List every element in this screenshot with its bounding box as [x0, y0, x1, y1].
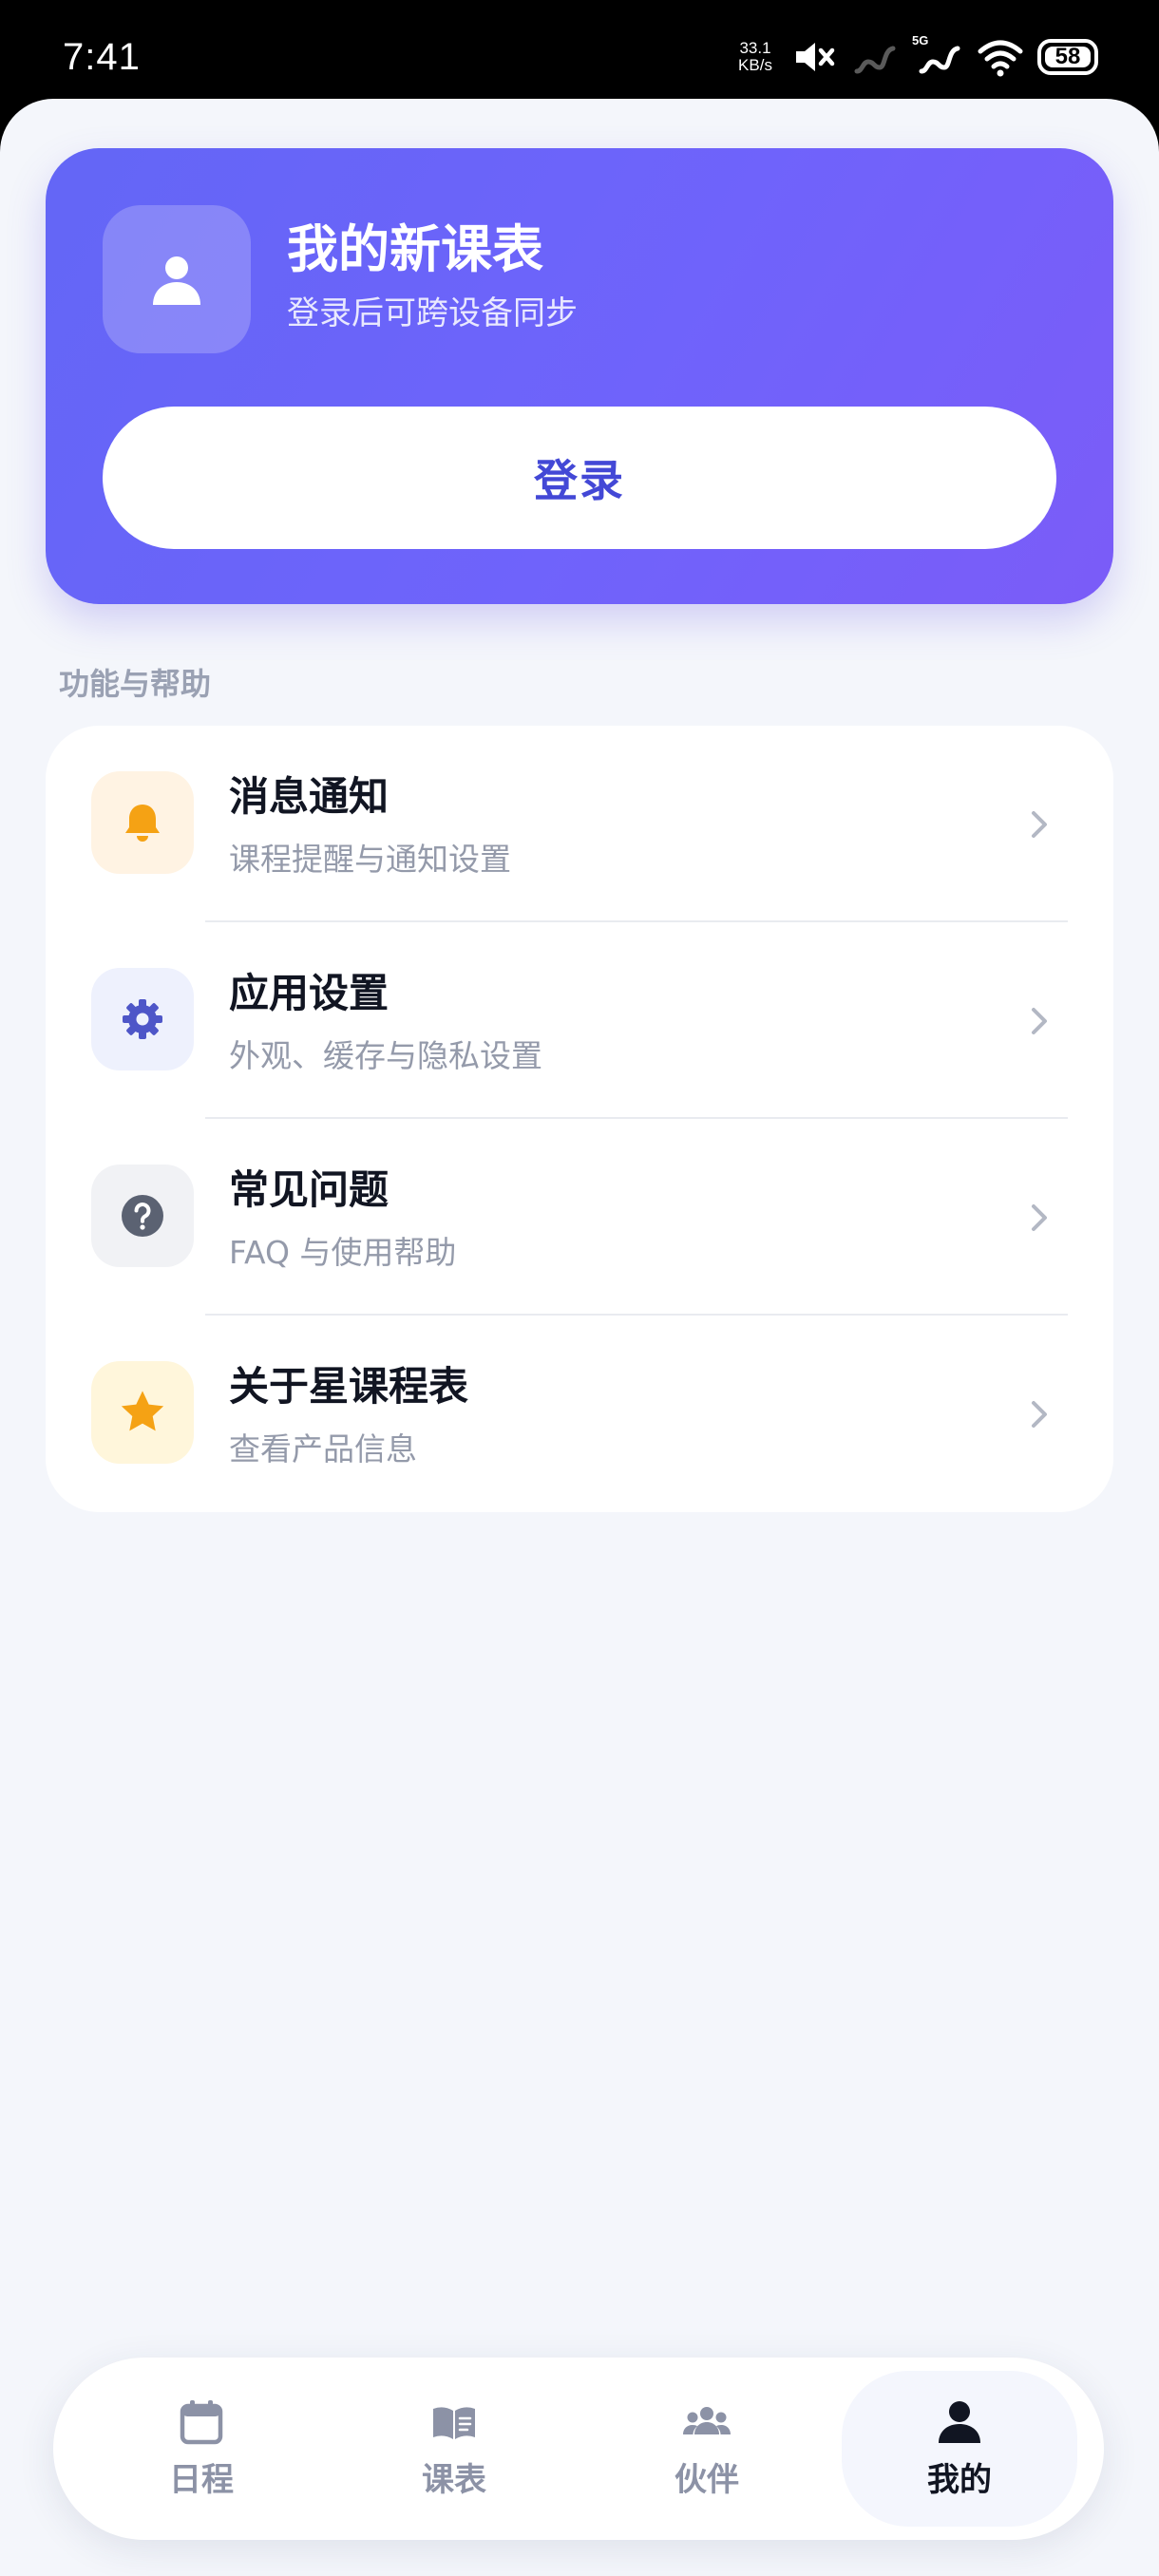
profile-card: 我的新课表 登录后可跨设备同步 登录	[46, 148, 1113, 604]
profile-title: 我的新课表	[287, 219, 543, 279]
status-time: 7:41	[63, 36, 141, 78]
chevron-right-icon	[1032, 811, 1047, 838]
avatar[interactable]	[103, 205, 251, 353]
bottom-nav: 日程 课表 伙伴 我的	[53, 2358, 1104, 2540]
network-speed-value: 33.1	[739, 39, 771, 57]
menu-card: 消息通知 课程提醒与通知设置 应用设置 外观、缓存与隐私设置 常见问题 FAQ …	[46, 726, 1113, 1512]
nav-label: 伙伴	[674, 2461, 739, 2499]
menu-item-notifications[interactable]: 消息通知 课程提醒与通知设置	[46, 726, 1113, 922]
signal-2-group: 5G	[912, 33, 963, 81]
battery-indicator: 58	[1037, 39, 1098, 75]
person-icon	[153, 256, 200, 305]
menu-item-app-settings[interactable]: 应用设置 外观、缓存与隐私设置	[46, 922, 1113, 1119]
chevron-right-icon	[1032, 1401, 1047, 1428]
menu-label: 常见问题	[229, 1166, 390, 1213]
menu-desc: 课程提醒与通知设置	[229, 841, 511, 878]
nav-tab-mine[interactable]: 我的	[842, 2371, 1077, 2527]
book-icon	[433, 2407, 475, 2439]
group-icon	[683, 2407, 731, 2434]
menu-desc: FAQ 与使用帮助	[229, 1234, 457, 1271]
menu-label: 应用设置	[229, 970, 390, 1016]
nav-label: 课表	[422, 2461, 486, 2499]
nav-tab-timetable[interactable]: 课表	[336, 2371, 572, 2527]
star-icon	[121, 1391, 164, 1431]
menu-icon-box	[91, 968, 194, 1070]
menu-item-faq[interactable]: 常见问题 FAQ 与使用帮助	[46, 1119, 1113, 1316]
mute-icon	[796, 43, 835, 71]
login-button[interactable]: 登录	[103, 407, 1056, 549]
signal-2-icon	[919, 46, 960, 74]
nav-tab-schedule[interactable]: 日程	[84, 2371, 319, 2527]
section-title: 功能与帮助	[59, 666, 212, 702]
person-icon	[939, 2401, 980, 2443]
menu-icon-box	[91, 1165, 194, 1267]
nav-tab-partners[interactable]: 伙伴	[589, 2371, 825, 2527]
nav-label: 我的	[927, 2461, 992, 2499]
profile-screen: 我的新课表 登录后可跨设备同步 登录 功能与帮助 消息通知 课程提醒与通知设置	[0, 99, 1159, 2576]
menu-item-about[interactable]: 关于星课程表 查看产品信息	[46, 1316, 1113, 1512]
calendar-icon	[180, 2400, 223, 2445]
network-speed: 33.1 KB/s	[733, 40, 777, 74]
menu-icon-box	[91, 1361, 194, 1464]
menu-desc: 查看产品信息	[229, 1430, 417, 1468]
status-bar: 7:41 33.1 KB/s 5G 58	[0, 0, 1159, 99]
chevron-right-icon	[1032, 1008, 1047, 1034]
menu-desc: 外观、缓存与隐私设置	[229, 1037, 542, 1074]
network-speed-unit: KB/s	[738, 56, 772, 74]
question-icon	[122, 1195, 163, 1237]
battery-level: 58	[1054, 44, 1081, 69]
profile-subtitle: 登录后可跨设备同步	[287, 294, 578, 332]
menu-label: 关于星课程表	[229, 1363, 469, 1410]
chevron-right-icon	[1032, 1204, 1047, 1231]
menu-icon-box	[91, 771, 194, 874]
signal-1-icon	[854, 46, 896, 74]
bell-icon	[125, 805, 160, 842]
wifi-icon	[978, 40, 1023, 77]
menu-label: 消息通知	[229, 773, 390, 820]
status-icons: 33.1 KB/s 5G 58	[733, 30, 1098, 84]
nav-label: 日程	[169, 2461, 234, 2499]
gear-icon	[123, 999, 162, 1039]
